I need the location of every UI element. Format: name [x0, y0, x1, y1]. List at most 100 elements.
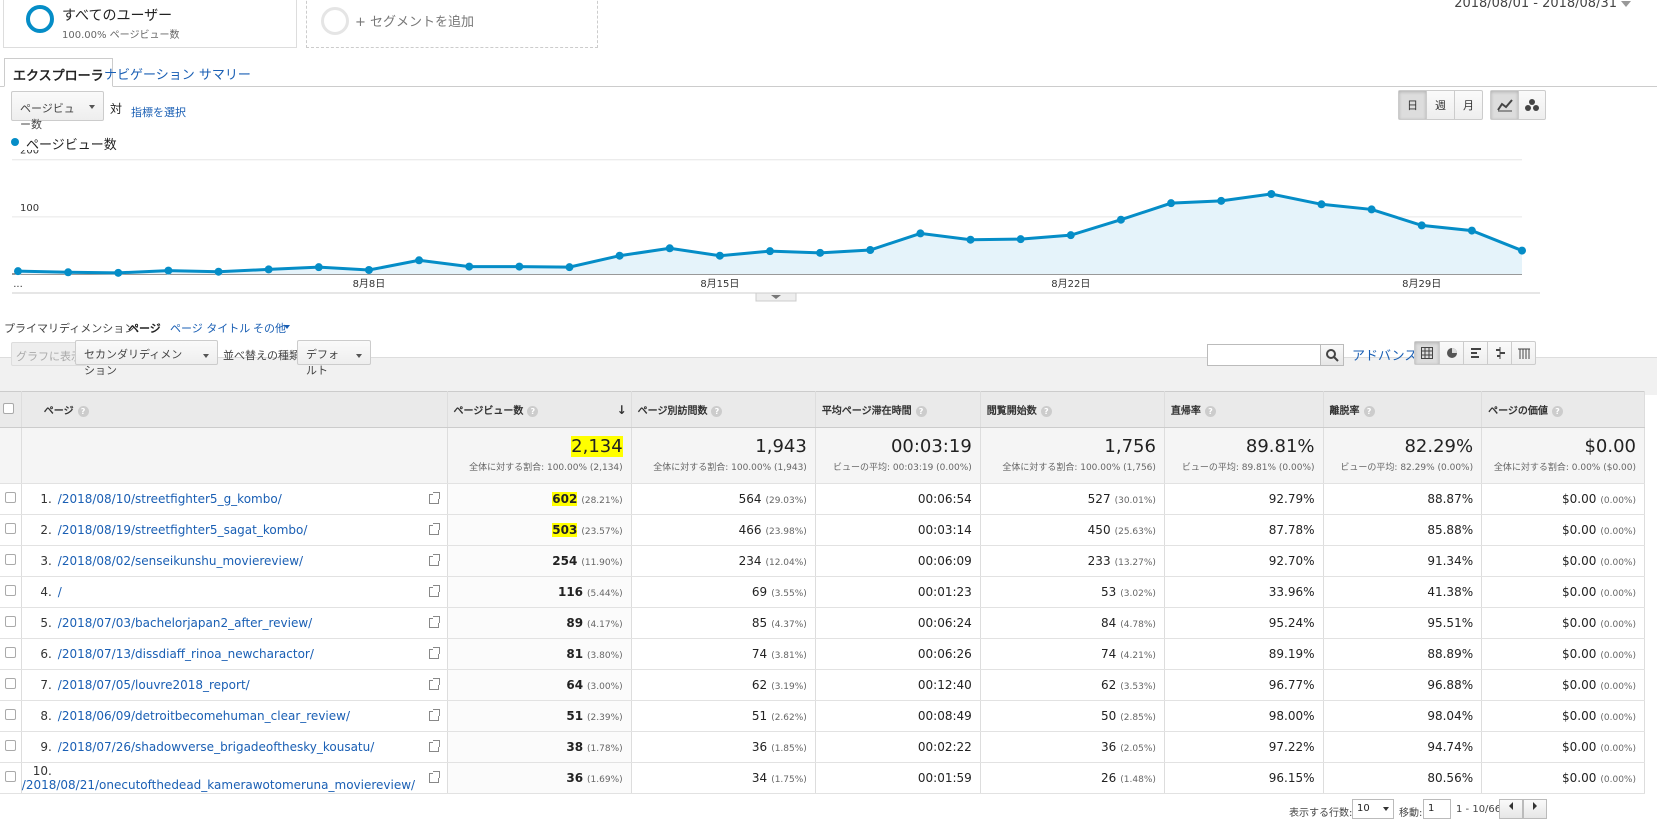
date-range-picker[interactable]: 2018/08/01 - 2018/08/31 [1454, 0, 1617, 11]
chevron-down-icon[interactable] [1621, 1, 1631, 7]
header-bounce-rate[interactable]: 直帰率? [1164, 391, 1324, 428]
page-link[interactable]: /2018/07/26/shadowverse_brigadeofthesky_… [58, 740, 375, 754]
row-checkbox[interactable] [4, 585, 16, 596]
rows-per-page-label: 表示する行数: [1289, 808, 1353, 819]
page-link[interactable]: /2018/07/03/bachelorjapan2_after_review/ [58, 616, 312, 630]
row-checkbox[interactable] [4, 554, 16, 565]
row-checkbox[interactable] [4, 771, 16, 782]
row-checkbox[interactable] [4, 678, 16, 689]
entrances-cell: 36 (2.05%) [980, 731, 1165, 763]
motion-chart-icon[interactable] [1518, 91, 1545, 119]
dimension-page[interactable]: ページ [128, 320, 161, 336]
open-external-icon[interactable] [428, 616, 440, 628]
row-checkbox[interactable] [4, 523, 16, 534]
tab-navigation-summary[interactable]: ナビゲーション サマリー [96, 58, 259, 87]
header-unique-pageviews[interactable]: ページ別訪問数? [631, 391, 816, 428]
dimension-other[interactable]: その他 [253, 320, 286, 336]
row-checkbox[interactable] [4, 647, 16, 658]
sort-type-dropdown[interactable]: デフォルト [297, 340, 371, 377]
pageviews-cell: 81 (3.80%) [447, 638, 632, 670]
segment-card-all-users[interactable]: すべてのユーザー 100.00% ページビュー数 [3, 0, 297, 48]
data-point [264, 265, 273, 274]
open-external-icon[interactable] [428, 585, 440, 597]
entrances-cell: 450 (25.63%) [980, 514, 1165, 546]
page-link[interactable]: / [58, 585, 62, 599]
page-link[interactable]: /2018/07/05/louvre2018_report/ [58, 678, 250, 692]
metric-dropdown[interactable]: ページビュー数 [11, 91, 104, 131]
page-link[interactable]: /2018/08/02/senseikunshu_moviereview/ [58, 554, 303, 568]
page-link[interactable]: /2018/06/09/detroitbecomehuman_clear_rev… [58, 709, 350, 723]
header-exit-rate[interactable]: 離脱率? [1323, 391, 1483, 428]
avg-time-cell: 00:06:24 [815, 607, 981, 639]
exit-rate-cell: 88.89% [1323, 638, 1483, 670]
open-external-icon[interactable] [428, 740, 440, 752]
select-metric-link[interactable]: 指標を選択 [131, 104, 186, 120]
table-row: 10./2018/08/21/onecutofthedead_kamerawot… [0, 762, 1645, 794]
open-external-icon[interactable] [428, 492, 440, 504]
avg-time-cell: 00:01:23 [815, 576, 981, 608]
pie-view-icon[interactable] [1439, 342, 1463, 364]
table-view-icon[interactable] [1415, 342, 1439, 364]
month-button[interactable]: 月 [1454, 91, 1482, 119]
chart-type-group [1490, 90, 1546, 120]
unique-pageviews-cell: 234 (12.04%) [631, 545, 816, 577]
data-point [164, 266, 173, 275]
goto-input[interactable]: 1 [1423, 799, 1451, 819]
open-external-icon[interactable] [428, 678, 440, 690]
row-checkbox[interactable] [4, 616, 16, 627]
bounce-rate-cell: 92.79% [1164, 483, 1324, 515]
page-link[interactable]: /2018/08/21/onecutofthedead_kamerawotome… [22, 778, 415, 792]
comparison-view-icon[interactable] [1487, 342, 1511, 364]
totals-unique-pageviews: 1,943 全体に対する割合: 100.00% (1,943) [631, 427, 816, 484]
row-checkbox-cell [0, 545, 22, 577]
sort-desc-icon: ↓ [616, 403, 627, 417]
dimension-page-title[interactable]: ページ タイトル [170, 320, 250, 336]
header-page-value[interactable]: ページの価値? [1481, 391, 1645, 428]
open-external-icon[interactable] [428, 523, 440, 535]
open-external-icon[interactable] [428, 771, 440, 783]
header-avg-time[interactable]: 平均ページ滞在時間? [815, 391, 981, 428]
next-page-button[interactable] [1523, 799, 1547, 819]
advanced-filter-link[interactable]: アドバンス [1352, 345, 1417, 364]
header-entrances[interactable]: 閲覧開始数? [980, 391, 1165, 428]
add-segment-card[interactable]: + セグメントを追加 [306, 0, 598, 48]
data-point [916, 229, 925, 238]
entrances-cell: 84 (4.78%) [980, 607, 1165, 639]
line-chart-icon[interactable] [1491, 91, 1518, 119]
prev-page-button[interactable] [1499, 799, 1523, 819]
row-number: 5. [40, 616, 52, 630]
performance-view-icon[interactable] [1463, 342, 1487, 364]
row-checkbox[interactable] [4, 492, 16, 503]
page-cell: 8. /2018/06/09/detroitbecomehuman_clear_r… [21, 700, 448, 732]
open-external-icon[interactable] [428, 647, 440, 659]
data-point [816, 248, 825, 257]
unique-pageviews-cell: 34 (1.75%) [631, 762, 816, 794]
unique-pageviews-cell: 62 (3.19%) [631, 669, 816, 701]
week-button[interactable]: 週 [1426, 91, 1454, 119]
segment-name: すべてのユーザー [62, 8, 173, 24]
secondary-dimension-dropdown[interactable]: セカンダリディメンション [75, 340, 218, 377]
search-button[interactable] [1320, 344, 1344, 366]
page-link[interactable]: /2018/08/10/streetfighter5_g_kombo/ [58, 492, 282, 506]
exit-rate-cell: 80.56% [1323, 762, 1483, 794]
header-page[interactable]: ページ? [21, 391, 448, 428]
row-checkbox[interactable] [4, 740, 16, 751]
chevron-down-icon[interactable] [284, 325, 290, 329]
x-tick-label: ... [13, 279, 23, 290]
avg-time-cell: 00:08:49 [815, 700, 981, 732]
page-link[interactable]: /2018/08/19/streetfighter5_sagat_kombo/ [58, 523, 308, 537]
pivot-view-icon[interactable] [1511, 342, 1535, 364]
page-link[interactable]: /2018/07/13/dissdiaff_rinoa_newcharactor… [58, 647, 314, 661]
rows-per-page-select[interactable]: 10 [1352, 799, 1394, 819]
row-checkbox[interactable] [4, 709, 16, 720]
select-all-checkbox[interactable] [3, 402, 14, 414]
x-tick-label: 8月29日 [1402, 278, 1441, 290]
row-checkbox-cell [0, 700, 22, 732]
vs-label: 対 [110, 102, 123, 116]
header-pageviews[interactable]: ページビュー数? ↓ [447, 391, 632, 428]
day-button[interactable]: 日 [1399, 91, 1426, 119]
table-search-input[interactable] [1207, 344, 1329, 366]
open-external-icon[interactable] [428, 709, 440, 721]
open-external-icon[interactable] [428, 554, 440, 566]
select-all-cell [0, 391, 22, 428]
